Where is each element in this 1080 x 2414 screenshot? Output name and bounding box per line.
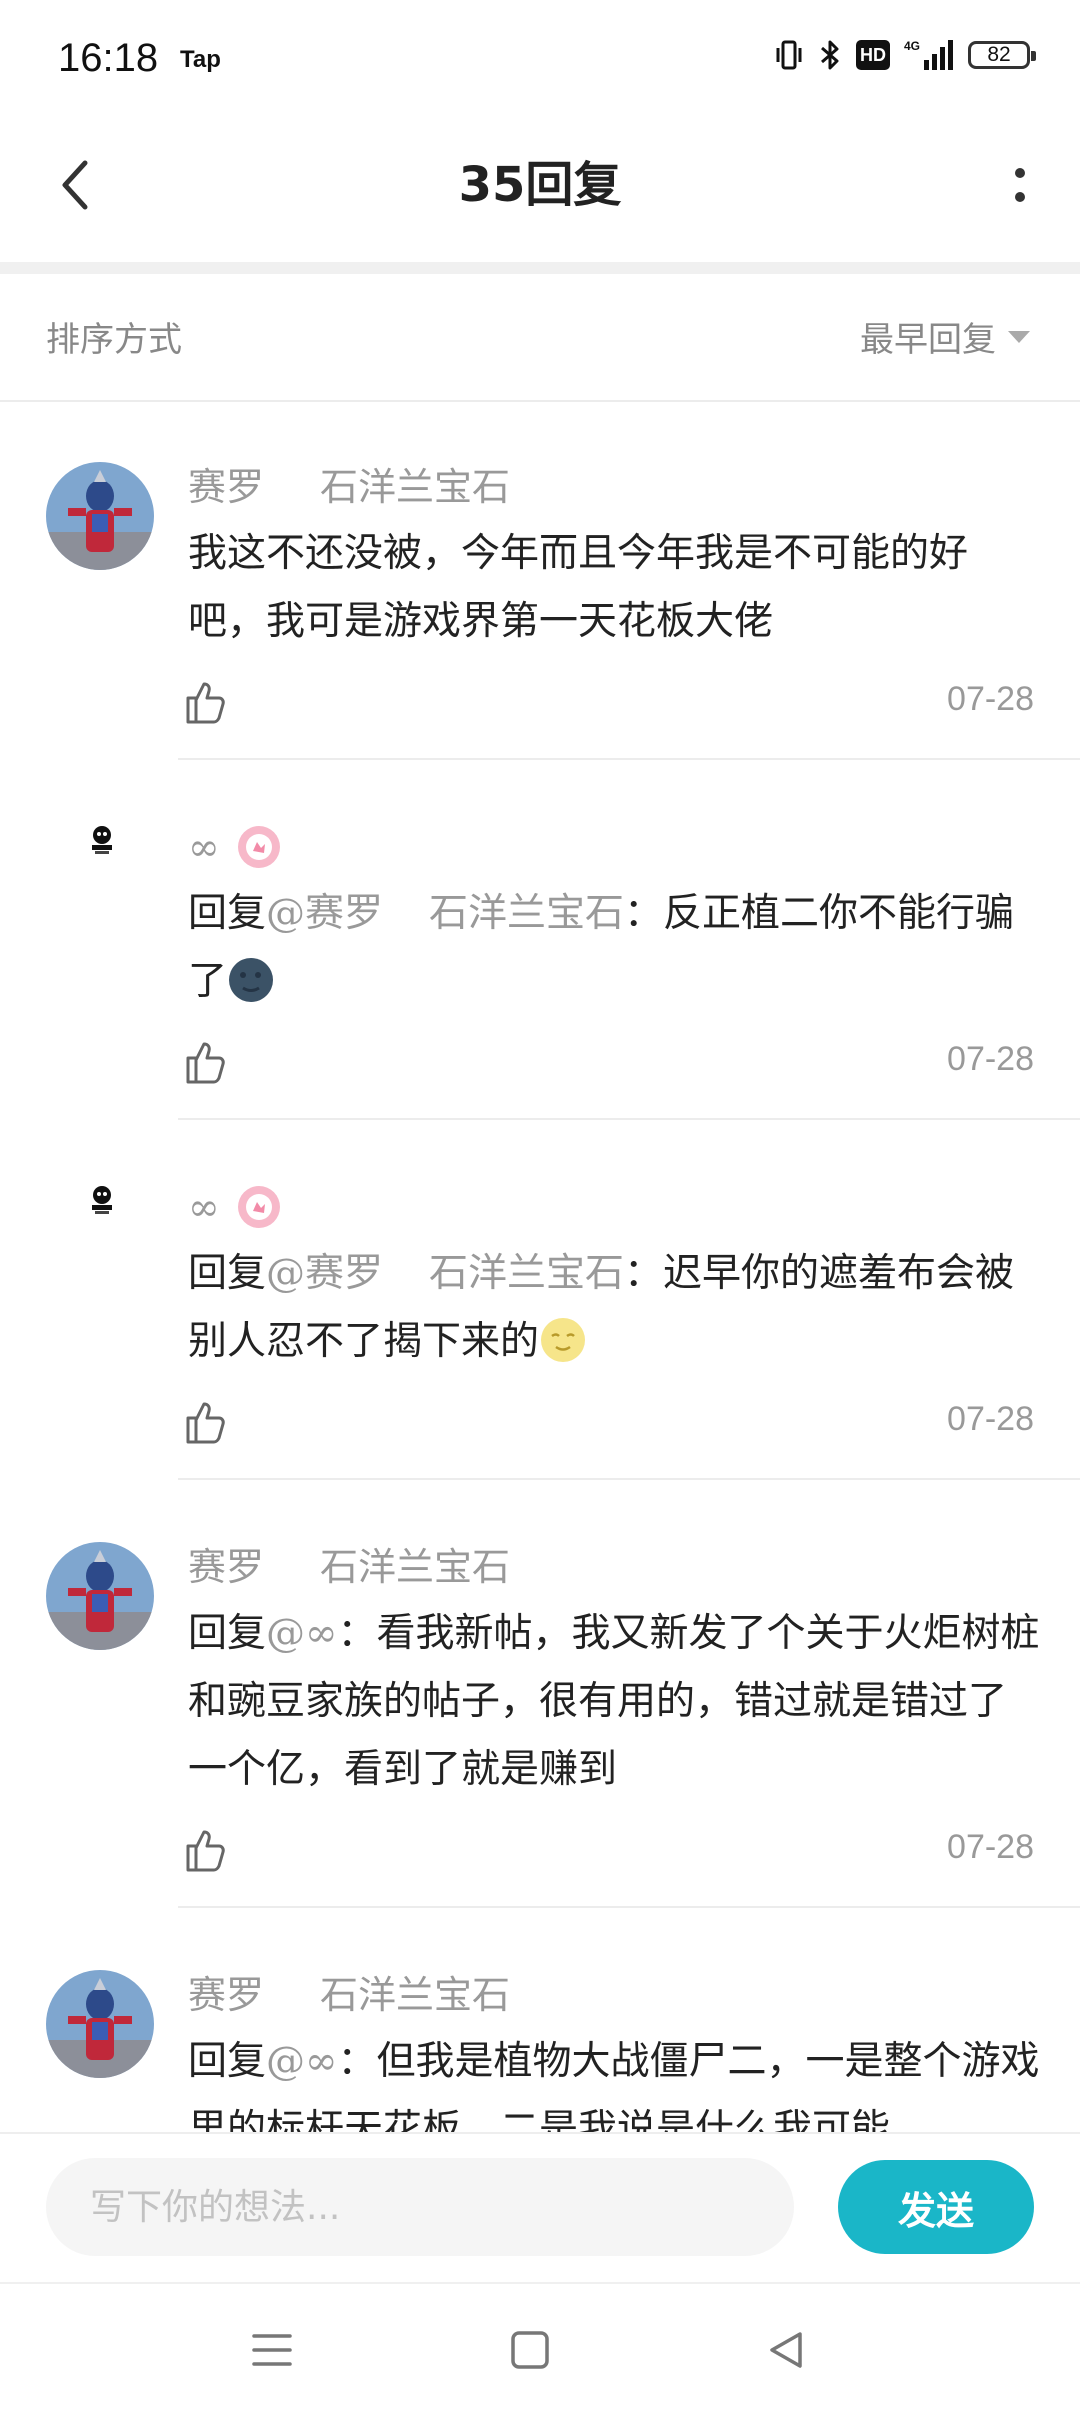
avatar[interactable] [46,1542,154,1650]
home-nav-button[interactable] [500,2320,560,2380]
signal-icon: 4G [904,38,954,72]
author-name: 赛罗 [188,465,265,509]
more-vertical-icon [1015,168,1025,202]
status-icons: HD 4G 82 [774,38,1036,72]
author-name: 赛罗 [188,1545,265,1589]
thumbs-up-icon [186,1402,225,1444]
top-bar: 35回复 [0,120,1080,260]
author-suffix: 石洋兰宝石 [320,1545,511,1589]
avatar[interactable] [46,1970,154,2078]
reply-author[interactable]: ∞ [188,1182,1040,1232]
sort-row: 排序方式 最早回复 [0,274,1080,402]
page-title: 35回复 [458,157,622,213]
author-name: 赛罗 [188,1973,265,2017]
battery-indicator: 82 [968,41,1036,69]
avatar[interactable] [84,822,120,858]
reply-text: 回复@∞：看我新帖，我又新发了个关于火炬树桩和豌豆家族的帖子，很有用的，错过就是… [188,1611,1040,1792]
tap-app-icon: Tap [180,46,221,73]
reply-item: 赛罗 石洋兰宝石 回复@∞：但我是植物大战僵尸二，一是整个游戏里的标杆天花板，二… [0,1908,1080,2132]
reply-date: 07-28 [947,1828,1034,1866]
reply-item: ∞ 回复@赛罗 石洋兰宝石：反正植二你不能行骗了 07-28 [0,760,1080,1120]
reply-text: 我这不还没被，今年而且今年我是不可能的好吧，我可是游戏界第一天花板大佬 [188,531,969,644]
reply-author[interactable]: 赛罗 石洋兰宝石 [188,1970,1040,2020]
medal-badge-icon [237,1186,280,1228]
reply-list: 赛罗 石洋兰宝石 我这不还没被，今年而且今年我是不可能的好吧，我可是游戏界第一天… [0,400,1080,2132]
reply-item: ∞ 回复@赛罗 石洋兰宝石：迟早你的遮羞布会被别人忍不了揭下来的 07-28 [0,1120,1080,1480]
mention-link[interactable]: @∞ [266,1611,338,1656]
like-button[interactable] [180,1396,232,1448]
reply-text: 回复@赛罗 石洋兰宝石：迟早你的遮羞布会被别人忍不了揭下来的 [188,1251,1015,1364]
reply-item: 赛罗 石洋兰宝石 我这不还没被，今年而且今年我是不可能的好吧，我可是游戏界第一天… [0,400,1080,760]
mention-link[interactable]: @∞ [266,2039,338,2084]
hd-badge: HD [856,40,890,70]
moon-face-emoji-icon [227,956,275,1004]
status-time: 16:18 [58,36,159,80]
bluetooth-icon [818,38,842,72]
more-options-button[interactable] [990,150,1050,220]
like-button[interactable] [180,676,232,728]
system-nav-bar [0,2282,1080,2414]
menu-nav-button[interactable] [242,2320,302,2380]
reply-author[interactable]: ∞ [188,822,1040,872]
mention-link[interactable]: @赛罗 石洋兰宝石 [266,1251,624,1296]
reply-item: 赛罗 石洋兰宝石 回复@∞：看我新帖，我又新发了个关于火炬树桩和豌豆家族的帖子，… [0,1480,1080,1908]
reply-text: 回复@∞：但我是植物大战僵尸二，一是整个游戏里的标杆天花板，二是我说是什么我可能 [188,2039,1040,2132]
reply-text: 回复@赛罗 石洋兰宝石：反正植二你不能行骗了 [188,891,1015,1004]
status-bar: 16:18 Tap HD 4G 82 [0,0,1080,120]
avatar[interactable] [46,462,154,570]
comment-input[interactable] [46,2158,794,2256]
author-name: ∞ [188,825,220,869]
sort-selected-value: 最早回复 [860,320,996,360]
vibrate-icon [774,38,804,72]
thumbs-up-icon [186,1042,225,1084]
reply-date: 07-28 [947,1040,1034,1078]
sort-dropdown[interactable]: 最早回复 [860,312,1032,361]
reply-author[interactable]: 赛罗 石洋兰宝石 [188,462,1040,512]
sun-face-emoji-icon [539,1316,587,1364]
header-divider [0,262,1080,274]
dropdown-triangle-icon [1008,330,1030,343]
like-button[interactable] [180,1036,232,1088]
menu-icon [252,2334,292,2366]
send-button[interactable]: 发送 [838,2160,1034,2254]
author-name: ∞ [188,1185,220,1229]
reply-date: 07-28 [947,1400,1034,1438]
thumbs-up-icon [186,682,225,724]
comment-composer: 发送 [0,2132,1080,2284]
author-suffix: 石洋兰宝石 [320,1973,511,2017]
author-suffix: 石洋兰宝石 [320,465,511,509]
reply-author[interactable]: 赛罗 石洋兰宝石 [188,1542,1040,1592]
thumbs-up-icon [186,1830,225,1872]
back-nav-button[interactable] [756,2320,816,2380]
avatar[interactable] [84,1182,120,1218]
sort-label: 排序方式 [46,320,182,360]
back-triangle-icon [770,2332,802,2368]
medal-badge-icon [237,826,280,868]
home-square-icon [511,2331,549,2369]
reply-date: 07-28 [947,680,1034,718]
svg-text:4G: 4G [904,39,920,53]
like-button[interactable] [180,1824,232,1876]
mention-link[interactable]: @赛罗 石洋兰宝石 [266,891,624,936]
